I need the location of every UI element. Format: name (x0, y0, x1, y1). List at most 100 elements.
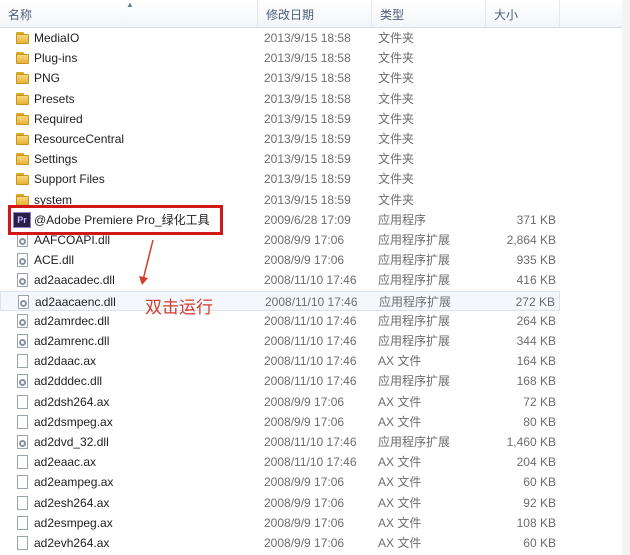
scrollbar[interactable] (622, 0, 630, 555)
file-date: 2008/9/9 17:06 (264, 233, 345, 247)
file-name: ad2dsmpeg.ax (34, 414, 113, 429)
file-date: 2008/11/10 17:46 (264, 374, 357, 389)
file-date: 2008/9/9 17:06 (264, 515, 345, 530)
file-date: 2013/9/15 18:59 (264, 111, 351, 126)
file-size: 92 KB (523, 495, 556, 510)
file-date: 2008/11/10 17:46 (264, 334, 357, 348)
file-name: ad2dddec.dll (34, 374, 103, 389)
list-item[interactable]: ad2esmpeg.ax 2008/9/9 17:06 AX 文件 108 KB (0, 513, 560, 533)
dll-icon (14, 272, 30, 288)
list-item[interactable]: ad2aacaenc.dll 2008/11/10 17:46 应用程序扩展 272 … (0, 290, 560, 311)
list-item[interactable]: ad2esh264.ax 2008/9/9 17:06 AX 文件 92 KB (0, 493, 560, 513)
list-item[interactable]: PNG 2013/9/15 18:58 文件夹 (0, 68, 560, 88)
file-size: 935 KB (516, 253, 556, 268)
list-item[interactable]: ResourceCentral 2013/9/15 18:59 文件夹 (0, 129, 560, 149)
file-type: 应用程序扩展 (378, 313, 451, 328)
file-name: ad2eampeg.ax (34, 475, 114, 490)
list-item[interactable]: ad2eampeg.ax 2008/9/9 17:06 AX 文件 60 KB (0, 472, 560, 492)
file-size: 164 KB (516, 354, 556, 369)
list-item[interactable]: ad2amrdec.dll 2008/11/10 17:46 应用程序扩展 264 K… (0, 311, 560, 331)
file-date: 2008/9/9 17:06 (264, 536, 345, 550)
list-item[interactable]: Required 2013/9/15 18:59 文件夹 (0, 109, 560, 129)
file-type: 应用程序扩展 (378, 273, 451, 288)
file-name: ad2dsh264.ax (34, 394, 110, 409)
annotation-text: 双击运行 (145, 298, 213, 318)
column-size[interactable]: 大小 (486, 0, 560, 27)
list-item[interactable]: ad2evh264.ax 2008/9/9 17:06 AX 文件 60 KB (0, 533, 560, 553)
file-type: AX 文件 (378, 515, 422, 530)
dll-icon (15, 294, 31, 310)
file-date: 2008/9/9 17:06 (264, 475, 345, 490)
folder-icon (14, 70, 30, 86)
folder-icon (14, 131, 30, 147)
file-name: ad2daac.ax (34, 354, 97, 369)
list-item[interactable]: Support Files 2013/9/15 18:59 文件夹 (0, 169, 560, 189)
list-item[interactable]: MediaIO 2013/9/15 18:58 文件夹 (0, 28, 560, 48)
file-size: 344 KB (516, 334, 556, 348)
file-date: 2008/11/10 17:46 (264, 354, 357, 369)
file-name: MediaIO (34, 31, 80, 45)
file-name: ad2eaac.ax (34, 455, 97, 470)
file-name: ad2amrdec.dll (34, 313, 110, 328)
folder-icon (14, 151, 30, 167)
list-item[interactable]: ad2eaac.ax 2008/11/10 17:46 AX 文件 204 KB (0, 452, 560, 472)
file-date: 2008/9/9 17:06 (264, 253, 345, 268)
list-item[interactable]: ad2daac.ax 2008/11/10 17:46 AX 文件 164 KB (0, 351, 560, 371)
file-date: 2008/11/10 17:46 (264, 435, 357, 449)
list-item[interactable]: ad2dvd_32.dll 2008/11/10 17:46 应用程序扩展 1,460… (0, 432, 560, 452)
file-size: 204 KB (516, 455, 556, 470)
list-item[interactable]: Settings 2013/9/15 18:59 文件夹 (0, 149, 560, 169)
dll-icon (14, 373, 30, 389)
file-name: Plug-ins (34, 51, 78, 66)
file-date: 2008/11/10 17:46 (264, 455, 357, 470)
file-date: 2008/9/9 17:06 (264, 414, 345, 429)
file-name: ad2dvd_32.dll (34, 435, 109, 449)
file-name: Required (34, 111, 83, 126)
file-name: ad2esmpeg.ax (34, 515, 113, 530)
list-item[interactable]: ad2dddec.dll 2008/11/10 17:46 应用程序扩展 168 KB (0, 371, 560, 391)
file-name: Settings (34, 152, 78, 167)
file-date: 2013/9/15 18:59 (264, 172, 351, 187)
dll-icon (14, 313, 30, 329)
file-type: 文件夹 (378, 91, 415, 106)
file-type: 应用程序扩展 (379, 294, 452, 309)
file-icon (14, 454, 30, 470)
file-type: 文件夹 (378, 51, 415, 66)
file-icon (14, 515, 30, 531)
file-date: 2013/9/15 18:58 (264, 51, 351, 66)
file-name: ad2esh264.ax (34, 495, 110, 510)
file-size: 2,864 KB (506, 233, 556, 247)
highlight-box (8, 205, 223, 235)
list-item[interactable]: ad2dsmpeg.ax 2008/9/9 17:06 AX 文件 80 KB (0, 412, 560, 432)
file-icon (14, 474, 30, 490)
file-type: 文件夹 (378, 71, 415, 86)
file-type: AX 文件 (378, 455, 422, 470)
file-size: 1,460 KB (506, 435, 556, 449)
list-item[interactable]: Plug-ins 2013/9/15 18:58 文件夹 (0, 48, 560, 68)
list-item[interactable]: ad2aacadec.dll 2008/11/10 17:46 应用程序扩展 416 … (0, 270, 560, 290)
column-type[interactable]: 类型 (372, 0, 486, 27)
list-item[interactable]: ACE.dll 2008/9/9 17:06 应用程序扩展 935 KB (0, 250, 560, 270)
file-date: 2008/11/10 17:46 (264, 313, 357, 328)
file-icon (14, 394, 30, 410)
dll-icon (14, 252, 30, 268)
list-item[interactable]: ad2dsh264.ax 2008/9/9 17:06 AX 文件 72 KB (0, 392, 560, 412)
file-type: 文件夹 (378, 172, 415, 187)
sort-ascending-icon: ▲ (126, 0, 134, 9)
file-name: ad2evh264.ax (34, 536, 110, 550)
file-type: 应用程序扩展 (378, 435, 451, 449)
list-item[interactable]: ad2amrenc.dll 2008/11/10 17:46 应用程序扩展 344 K… (0, 331, 560, 351)
column-date[interactable]: 修改日期 (258, 0, 372, 27)
file-type: AX 文件 (378, 354, 422, 369)
list-item[interactable]: Presets 2013/9/15 18:58 文件夹 (0, 89, 560, 109)
file-name: Support Files (34, 172, 105, 187)
folder-icon (14, 171, 30, 187)
dll-icon (14, 434, 30, 450)
file-date: 2008/9/9 17:06 (264, 495, 345, 510)
file-type: AX 文件 (378, 495, 422, 510)
file-icon (14, 495, 30, 511)
file-size: 168 KB (516, 374, 556, 389)
file-icon (14, 353, 30, 369)
file-date: 2013/9/15 18:58 (264, 91, 351, 106)
file-name: ResourceCentral (34, 132, 125, 146)
